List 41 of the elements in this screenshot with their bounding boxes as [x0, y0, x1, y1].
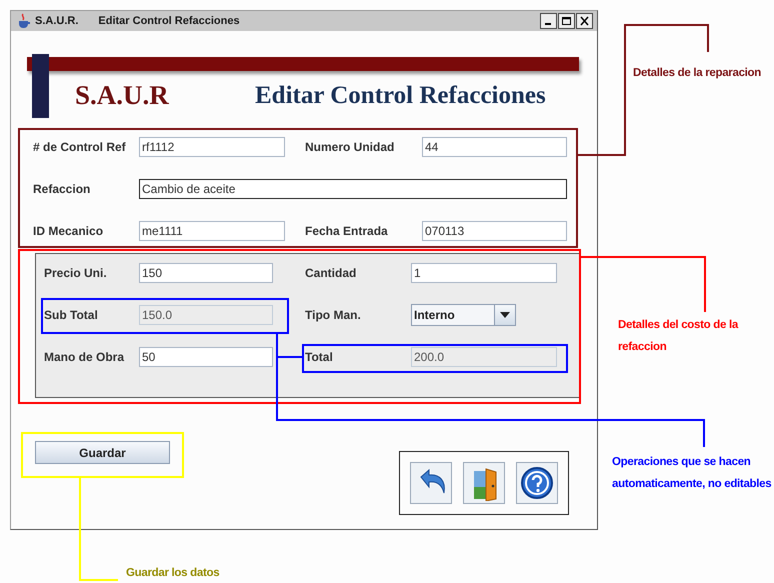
annotation-text: Detalles del costo de la refaccion [618, 318, 740, 355]
text-field[interactable]: 1 [411, 263, 557, 283]
help-icon [519, 465, 555, 501]
readonly-field: 150.0 [139, 305, 273, 325]
annotation-text: Guardar los datos [126, 566, 220, 581]
window-title: Editar Control Refacciones [98, 15, 241, 27]
minimize-icon[interactable] [540, 13, 557, 29]
field-label: Mano de Obra [44, 350, 126, 364]
text-field[interactable]: 44 [422, 137, 567, 157]
text-field[interactable]: 070113 [422, 221, 567, 241]
text-field[interactable]: 150 [139, 263, 273, 283]
banner-heading: Editar Control Refacciones [255, 82, 546, 110]
field-label: Cantidad [305, 266, 358, 280]
maximize-icon[interactable] [558, 13, 575, 29]
text-field[interactable]: Cambio de aceite [139, 179, 567, 199]
field-label: Numero Unidad [305, 140, 396, 154]
readonly-field: 200.0 [411, 347, 557, 367]
field-label: Tipo Man. [305, 308, 362, 322]
field-label: Refaccion [33, 182, 92, 196]
save-button[interactable]: Guardar [35, 441, 170, 464]
app-name: S.A.U.R. [35, 15, 78, 27]
type-dropdown[interactable]: Interno [411, 304, 516, 326]
field-label: Fecha Entrada [305, 224, 389, 238]
field-label: ID Mecanico [33, 224, 104, 238]
text-field[interactable]: me1111 [139, 221, 285, 241]
annotation-text: Detalles de la reparacion [633, 66, 762, 81]
toolbar-button[interactable] [410, 462, 452, 504]
logo-text: S.A.U.R [75, 80, 169, 111]
coffee-cup-icon [17, 13, 31, 29]
annotation-text: Operaciones que se hacen automaticamente, no editables [612, 455, 772, 492]
toolbar-button[interactable] [463, 462, 505, 504]
banner-block [32, 54, 49, 118]
field-label: Precio Uni. [44, 266, 108, 280]
field-label: Total [305, 350, 334, 364]
field-label: # de Control Ref [33, 140, 127, 154]
caret-icon [500, 312, 510, 318]
text-field[interactable]: rf1112 [139, 137, 285, 157]
toolbar-button[interactable] [516, 462, 558, 504]
text-field[interactable]: 50 [139, 347, 273, 367]
close-icon[interactable] [576, 13, 593, 29]
field-label: Sub Total [44, 308, 99, 322]
